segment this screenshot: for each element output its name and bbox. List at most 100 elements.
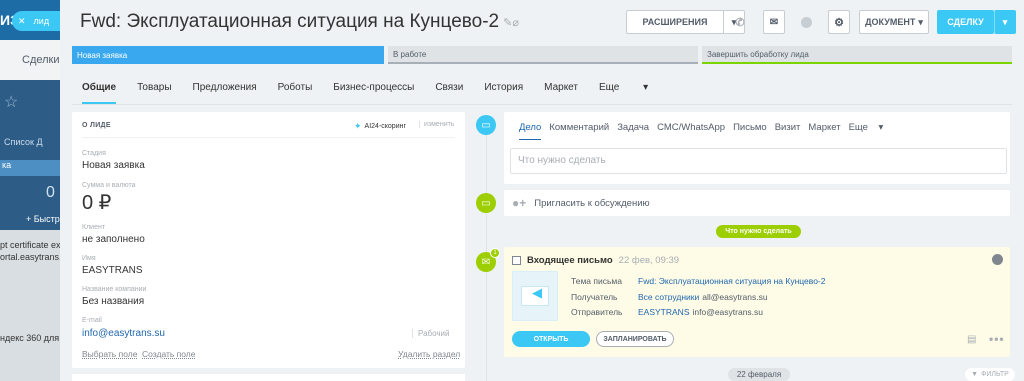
field-value-name[interactable]: EASYTRANS bbox=[82, 265, 143, 276]
more-icon[interactable]: ••• bbox=[989, 332, 1005, 346]
stage-new[interactable]: Новая заявка bbox=[72, 46, 384, 64]
field-label-amount: Сумма и валюта bbox=[82, 182, 136, 189]
tab-activity[interactable]: Дело bbox=[519, 122, 542, 140]
tab-business-processes[interactable]: Бизнес-процессы bbox=[333, 82, 414, 104]
add-user-icon: ●+ bbox=[512, 196, 527, 210]
tab-products[interactable]: Товары bbox=[137, 82, 171, 104]
stage-in-work[interactable]: В работе bbox=[388, 46, 698, 64]
tab-offers[interactable]: Предложения bbox=[193, 82, 257, 104]
field-label-company: Название компании bbox=[82, 286, 147, 293]
recipient-label: Получатель bbox=[571, 292, 618, 302]
page-title: Fwd: Эксплуатационная ситуация на Кунцев… bbox=[80, 11, 500, 32]
chat-button[interactable] bbox=[795, 10, 817, 34]
tab-email[interactable]: Письмо bbox=[733, 122, 767, 140]
incoming-email-card: Входящее письмо 22 фев, 09:39 ◀ Тема пис… bbox=[504, 247, 1010, 357]
background-nav: Сделки bbox=[0, 40, 60, 80]
tab-market[interactable]: Маркет bbox=[808, 122, 840, 140]
edit-card-link[interactable]: изменить bbox=[419, 121, 454, 128]
email-sender-row: Отправитель EASYTRANS info@easytrans.su bbox=[571, 307, 763, 317]
chat-bubble-icon: ▭ bbox=[476, 115, 496, 135]
tab-history[interactable]: История bbox=[484, 82, 523, 104]
arrow-left-icon: ◀ bbox=[532, 285, 542, 300]
recipient-value[interactable]: Все сотрудники bbox=[638, 292, 699, 302]
background-text: pt certificate exp bbox=[0, 240, 60, 250]
field-label-email: E-mail bbox=[82, 317, 102, 324]
phone-icon: ✆ bbox=[735, 16, 745, 29]
stage-finish[interactable]: Завершить обработку лида bbox=[702, 46, 1012, 64]
tabs-divider bbox=[72, 104, 1012, 105]
email-subject-row: Тема письма Fwd: Эксплуатационная ситуац… bbox=[571, 276, 826, 286]
todo-section-label: Что нужно сделать bbox=[716, 225, 801, 238]
tab-links[interactable]: Связи bbox=[435, 82, 463, 104]
tab-task[interactable]: Задача bbox=[617, 122, 649, 140]
sender-label: Отправитель bbox=[571, 307, 623, 317]
tab-general[interactable]: Общие bbox=[82, 82, 117, 104]
field-label-name: Имя bbox=[82, 255, 96, 262]
close-icon: ✕ bbox=[18, 15, 26, 26]
subject-value[interactable]: Fwd: Эксплуатационная ситуация на Кунцев… bbox=[638, 276, 826, 286]
main-tabs: Общие Товары Предложения Роботы Бизнес-п… bbox=[82, 82, 669, 104]
document-button[interactable]: ДОКУМЕНТ ▾ bbox=[859, 10, 929, 34]
field-value-stage[interactable]: Новая заявка bbox=[82, 160, 145, 171]
background-count: 0 bbox=[46, 184, 55, 201]
schedule-button[interactable]: ЗАПЛАНИРОВАТЬ bbox=[596, 331, 674, 347]
email-recipient-row: Получатель Все сотрудники all@easytrans.… bbox=[571, 292, 768, 302]
tab-sms[interactable]: СМС/WhatsApp bbox=[657, 122, 725, 140]
discussion-icon: ▭ bbox=[476, 193, 496, 213]
sender-value[interactable]: EASYTRANS bbox=[638, 307, 690, 317]
title-row: Fwd: Эксплуатационная ситуация на Кунцев… bbox=[80, 11, 519, 33]
sparkle-icon: ✦ bbox=[354, 121, 362, 131]
field-value-company[interactable]: Без названия bbox=[82, 296, 144, 307]
sender-email: info@easytrans.su bbox=[692, 307, 764, 317]
second-card bbox=[72, 374, 465, 381]
filter-label: ФИЛЬТР bbox=[981, 371, 1009, 378]
email-header: Входящее письмо 22 фев, 09:39 bbox=[512, 255, 679, 266]
create-deal-button[interactable]: СДЕЛКУ bbox=[937, 10, 994, 34]
invite-label: Пригласить к обсуждению bbox=[534, 197, 650, 209]
email-type-label: Рабочий bbox=[412, 329, 449, 338]
background-list-label: Список Д bbox=[4, 137, 43, 147]
card-divider bbox=[82, 137, 455, 138]
document-button-label: ДОКУМЕНТ bbox=[865, 17, 916, 27]
edit-title-icon[interactable]: ✎⌀ bbox=[503, 16, 519, 29]
create-field-link[interactable]: Создать поле bbox=[142, 349, 196, 359]
invite-to-discussion[interactable]: ●+ Пригласить к обсуждению bbox=[504, 190, 1010, 216]
star-icon: ☆ bbox=[4, 94, 19, 111]
field-value-amount[interactable]: 0 ₽ bbox=[82, 190, 111, 215]
phone-button[interactable]: ✆ bbox=[729, 10, 751, 34]
tab-robots[interactable]: Роботы bbox=[278, 82, 313, 104]
complete-checkbox[interactable] bbox=[512, 256, 521, 265]
field-value-email[interactable]: info@easytrans.su bbox=[82, 328, 165, 339]
close-slider-button[interactable]: ✕ лид bbox=[12, 11, 60, 31]
tab-market[interactable]: Маркет bbox=[544, 82, 578, 104]
email-date: 22 фев, 09:39 bbox=[618, 255, 680, 266]
field-label-stage: Стадия bbox=[82, 150, 106, 157]
delete-section-link[interactable]: Удалить раздел bbox=[398, 349, 460, 359]
activity-editor: Дело Комментарий Задача СМС/WhatsApp Пис… bbox=[504, 112, 1010, 184]
ai-scoring-button[interactable]: ✦ AI24-скоринг bbox=[354, 121, 406, 132]
select-field-link[interactable]: Выбрать поле bbox=[82, 349, 137, 359]
settings-button[interactable]: ⚙ bbox=[828, 10, 850, 34]
deal-dropdown-button[interactable]: ▾ bbox=[994, 10, 1016, 34]
filter-button[interactable]: ▼ ФИЛЬТР bbox=[965, 368, 1015, 381]
email-button[interactable]: ✉ bbox=[763, 10, 785, 34]
extensions-button[interactable]: РАСШИРЕНИЯ bbox=[626, 10, 724, 34]
lead-chip-label: лид bbox=[33, 16, 50, 26]
tab-more[interactable]: Еще ▾ bbox=[849, 122, 884, 140]
filter-icon: ▼ bbox=[971, 371, 979, 378]
tab-comment[interactable]: Комментарий bbox=[549, 122, 609, 140]
open-email-button[interactable]: ОТКРЫТЬ bbox=[512, 331, 590, 347]
field-label-client: Клиент bbox=[82, 224, 106, 231]
tab-more[interactable]: Еще ▾ bbox=[599, 82, 648, 104]
user-avatar[interactable] bbox=[992, 254, 1003, 265]
background-deals-label: Сделки bbox=[22, 54, 60, 66]
card-heading: О ЛИДЕ bbox=[82, 122, 111, 129]
subject-label: Тема письма bbox=[571, 276, 622, 286]
note-icon[interactable]: ▤ bbox=[967, 334, 976, 345]
tab-visit[interactable]: Визит bbox=[775, 122, 801, 140]
chevron-down-icon: ▾ bbox=[918, 16, 923, 27]
unread-badge: 1 bbox=[490, 248, 500, 258]
field-value-client[interactable]: не заполнено bbox=[82, 234, 145, 245]
todo-input[interactable]: Что нужно сделать bbox=[510, 148, 1007, 174]
background-chip: ка bbox=[0, 160, 60, 176]
